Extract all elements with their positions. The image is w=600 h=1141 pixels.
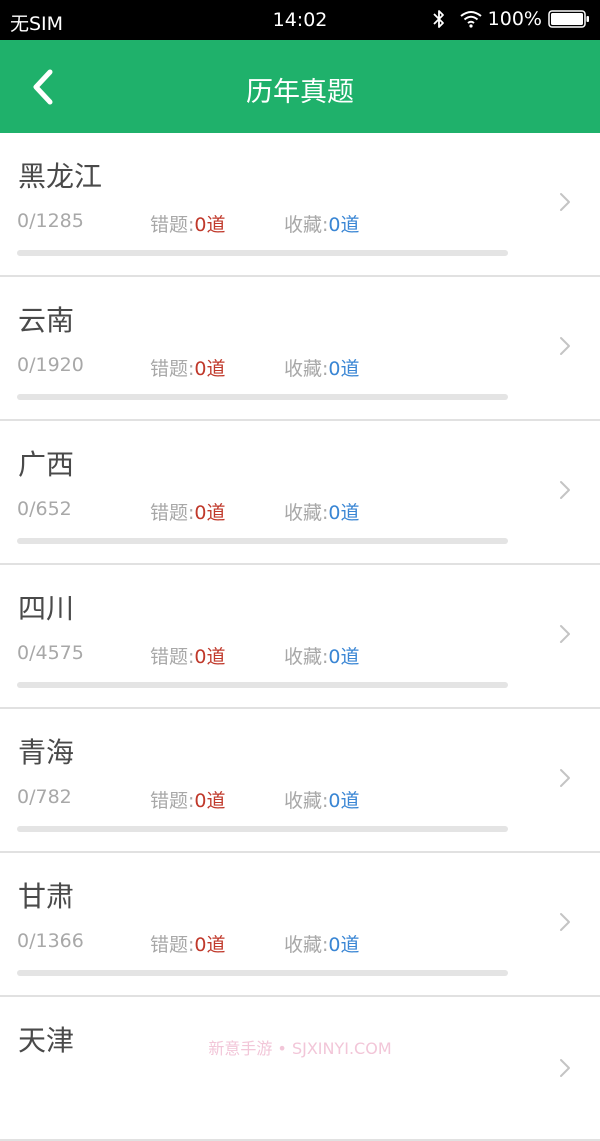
favorite-label: 收藏:	[284, 502, 329, 524]
progress-count: 0/4575	[17, 642, 84, 664]
nav-bar: 历年真题	[0, 40, 600, 133]
list-item-name: 黑龙江	[18, 160, 103, 193]
wrong-value: 0道	[194, 934, 226, 956]
list-item[interactable]: 广西 0/652 错题:0道 收藏:0道	[0, 421, 600, 565]
wrong-count: 错题:0道	[150, 930, 226, 957]
wrong-count: 错题:0道	[150, 786, 226, 813]
wifi-icon	[460, 11, 482, 28]
wrong-value: 0道	[194, 358, 226, 380]
list-item-name: 广西	[18, 448, 75, 481]
progress-bar	[17, 826, 508, 832]
wrong-value: 0道	[194, 502, 226, 524]
battery-percent: 100%	[487, 8, 542, 30]
wrong-count: 错题:0道	[150, 642, 226, 669]
list-item[interactable]: 天津	[0, 997, 600, 1141]
wrong-label: 错题:	[150, 358, 195, 380]
favorite-value: 0道	[328, 358, 360, 380]
list-item[interactable]: 云南 0/1920 错题:0道 收藏:0道	[0, 277, 600, 421]
list-item-name: 青海	[18, 736, 75, 769]
progress-bar	[17, 394, 508, 400]
list-item-name: 四川	[18, 592, 75, 625]
progress-bar	[17, 970, 508, 976]
exam-list: 黑龙江 0/1285 错题:0道 收藏:0道 云南 0/1920 错题:0道 收藏:0道 广西 0…	[0, 133, 600, 1141]
status-right: 100%	[432, 8, 590, 30]
chevron-right-icon	[560, 769, 570, 787]
chevron-right-icon	[560, 481, 570, 499]
list-item[interactable]: 甘肃 0/1366 错题:0道 收藏:0道	[0, 853, 600, 997]
list-item-name: 甘肃	[18, 880, 75, 913]
list-item-meta: 0/652 错题:0道 收藏:0道	[17, 498, 517, 524]
wrong-label: 错题:	[150, 934, 195, 956]
progress-bar	[17, 250, 508, 256]
wrong-label: 错题:	[150, 214, 195, 236]
bluetooth-icon	[433, 10, 444, 28]
progress-bar	[17, 538, 508, 544]
list-item-meta: 0/1920 错题:0道 收藏:0道	[17, 354, 517, 380]
favorite-value: 0道	[328, 790, 360, 812]
wrong-count: 错题:0道	[150, 354, 226, 381]
progress-count: 0/1366	[17, 930, 84, 952]
list-item-meta: 0/1366 错题:0道 收藏:0道	[17, 930, 517, 956]
list-item-meta: 0/782 错题:0道 收藏:0道	[17, 786, 517, 812]
list-item-meta: 0/1285 错题:0道 收藏:0道	[17, 210, 517, 236]
wrong-count: 错题:0道	[150, 210, 226, 237]
progress-bar	[17, 682, 508, 688]
list-item[interactable]: 四川 0/4575 错题:0道 收藏:0道	[0, 565, 600, 709]
favorite-count: 收藏:0道	[284, 642, 360, 669]
favorite-value: 0道	[328, 214, 360, 236]
chevron-right-icon	[560, 1059, 570, 1077]
status-bar: 无SIM 14:02 100%	[0, 0, 600, 40]
progress-count: 0/782	[17, 786, 72, 808]
favorite-value: 0道	[328, 646, 360, 668]
wrong-label: 错题:	[150, 790, 195, 812]
favorite-count: 收藏:0道	[284, 498, 360, 525]
wrong-value: 0道	[194, 214, 226, 236]
wrong-label: 错题:	[150, 502, 195, 524]
list-item[interactable]: 青海 0/782 错题:0道 收藏:0道	[0, 709, 600, 853]
favorite-label: 收藏:	[284, 646, 329, 668]
chevron-right-icon	[560, 913, 570, 931]
progress-count: 0/1920	[17, 354, 84, 376]
progress-count: 0/1285	[17, 210, 84, 232]
page-title: 历年真题	[246, 77, 354, 108]
list-item-meta: 0/4575 错题:0道 收藏:0道	[17, 642, 517, 668]
favorite-value: 0道	[328, 934, 360, 956]
chevron-right-icon	[560, 625, 570, 643]
favorite-label: 收藏:	[284, 214, 329, 236]
favorite-count: 收藏:0道	[284, 210, 360, 237]
wrong-value: 0道	[194, 790, 226, 812]
progress-count: 0/652	[17, 498, 72, 520]
battery-icon	[548, 10, 589, 28]
chevron-right-icon	[560, 337, 570, 355]
favorite-count: 收藏:0道	[284, 930, 360, 957]
list-item[interactable]: 黑龙江 0/1285 错题:0道 收藏:0道	[0, 133, 600, 277]
wrong-value: 0道	[194, 646, 226, 668]
wrong-label: 错题:	[150, 646, 195, 668]
favorite-label: 收藏:	[284, 790, 329, 812]
chevron-right-icon	[560, 193, 570, 211]
list-item-name: 云南	[18, 304, 75, 337]
favorite-label: 收藏:	[284, 934, 329, 956]
favorite-value: 0道	[328, 502, 360, 524]
favorite-count: 收藏:0道	[284, 354, 360, 381]
list-item-name: 天津	[18, 1024, 75, 1057]
favorite-label: 收藏:	[284, 358, 329, 380]
wrong-count: 错题:0道	[150, 498, 226, 525]
favorite-count: 收藏:0道	[284, 786, 360, 813]
